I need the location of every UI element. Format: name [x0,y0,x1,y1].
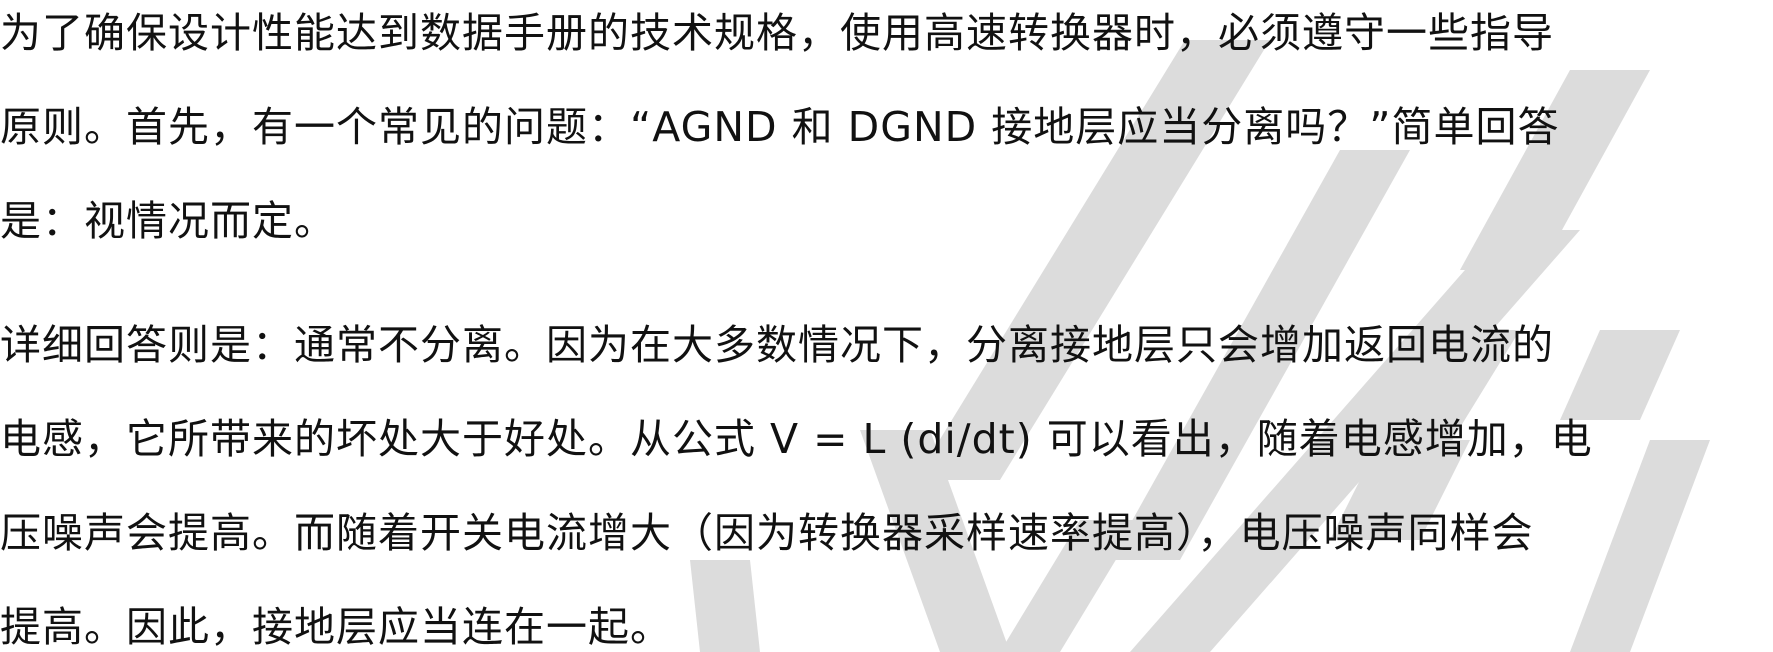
text-line: 详细回答则是：通常不分离。因为在大多数情况下，分离接地层只会增加返回电流的 [0,321,1554,369]
text-line: 提高。因此，接地层应当连在一起。 [0,603,672,651]
paragraph-intro: 为了确保设计性能达到数据手册的技术规格，使用高速转换器时，必须遵守一些指导 原则… [0,0,1773,268]
text-line: 压噪声会提高。而随着开关电流增大（因为转换器采样速率提高），电压噪声同样会 [0,509,1534,557]
text-line: 为了确保设计性能达到数据手册的技术规格，使用高速转换器时，必须遵守一些指导 [0,9,1554,57]
document-body: 为了确保设计性能达到数据手册的技术规格，使用高速转换器时，必须遵守一些指导 原则… [0,0,1773,652]
text-line: 是：视情况而定。 [0,197,336,245]
text-line: 原则。首先，有一个常见的问题：“AGND 和 DGND 接地层应当分离吗？”简单… [0,103,1560,151]
paragraph-detail: 详细回答则是：通常不分离。因为在大多数情况下，分离接地层只会增加返回电流的 电感… [0,298,1773,652]
text-line: 电感，它所带来的坏处大于好处。从公式 V = L (di/dt) 可以看出，随着… [0,415,1593,463]
